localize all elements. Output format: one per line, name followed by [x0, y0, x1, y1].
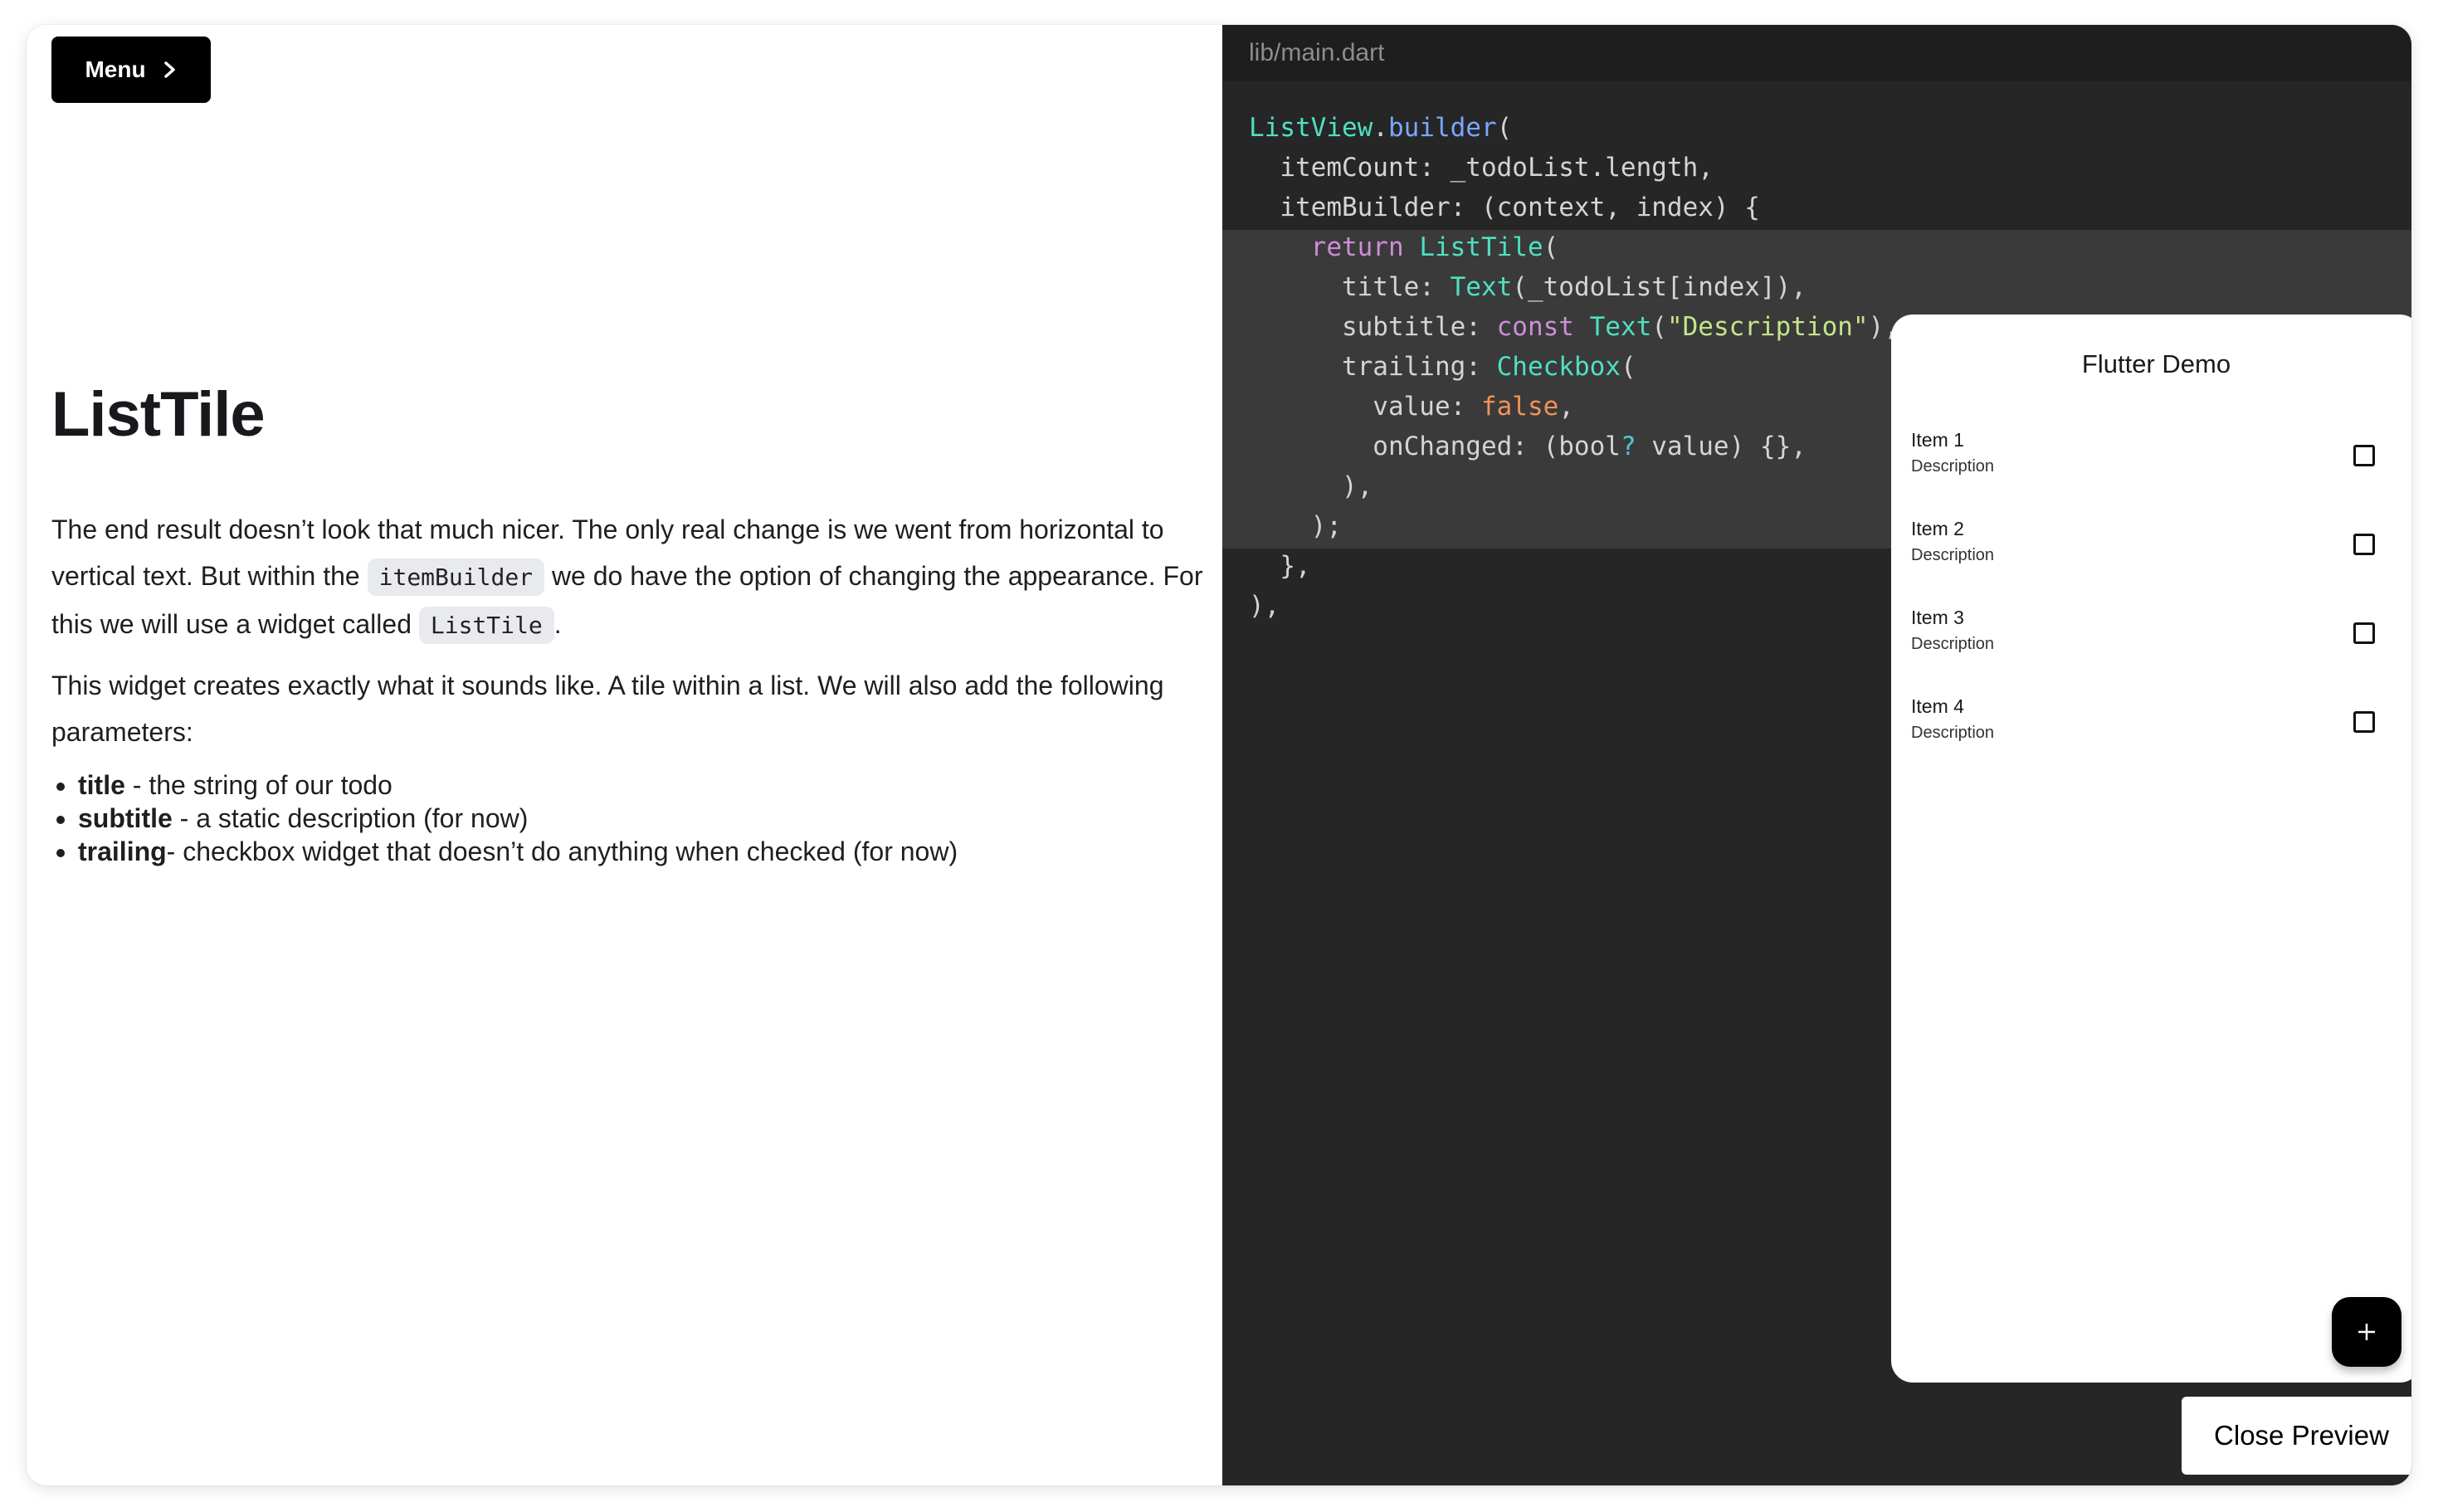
code-token: ( [1651, 312, 1667, 342]
plus-icon [2358, 1324, 2375, 1340]
code-token: "Description" [1666, 312, 1869, 342]
list-item: trailing- checkbox widget that doesn’t d… [78, 835, 1213, 868]
menu-button[interactable]: Menu [51, 37, 211, 103]
paragraph-intro: The end result doesn’t look that much ni… [51, 506, 1213, 649]
tile-title: Item 3 [1911, 607, 1964, 628]
inline-code-listtile: ListTile [418, 607, 554, 644]
code-token: onChanged: (bool [1249, 432, 1621, 461]
code-line: ); [1249, 506, 1899, 546]
param-desc: - a static description (for now) [172, 803, 529, 833]
article-body: The end result doesn’t look that much ni… [51, 506, 1213, 868]
code-token: false [1480, 392, 1559, 422]
code-token: ( [1496, 113, 1513, 143]
lesson-card: Menu ListTile The end result doesn’t loo… [27, 25, 2411, 1485]
filename: lib/main.dart [1249, 39, 1385, 66]
code-token: Text [1589, 312, 1652, 342]
chevron-right-icon [163, 61, 175, 78]
code-token: itemBuilder: (context, index) { [1249, 193, 1760, 222]
code-token: ); [1249, 511, 1342, 541]
tile-title: Item 1 [1911, 429, 1964, 451]
code-line: ListView.builder( [1249, 108, 1899, 148]
parameter-list: title - the string of our todo subtitle … [51, 768, 1213, 868]
tile-subtitle: Description [1911, 546, 1995, 564]
code-line: ), [1249, 466, 1899, 506]
code-line: itemCount: _todoList.length, [1249, 148, 1899, 188]
list-tile[interactable]: Item 1 Description [1891, 414, 2411, 503]
code-token: itemCount: _todoList.length, [1249, 153, 1714, 183]
code-token: ), [1249, 591, 1280, 621]
code-token: Checkbox [1496, 352, 1621, 382]
text-segment: . [553, 609, 562, 639]
code-token: builder [1387, 113, 1497, 143]
checkbox[interactable] [2353, 534, 2375, 555]
checkbox[interactable] [2353, 711, 2375, 733]
code-line: onChanged: (bool? value) {}, [1249, 427, 1899, 466]
code-token: ( [1543, 232, 1559, 262]
code-pane: lib/main.dart ListView.builder( itemCoun… [1222, 25, 2411, 1485]
code-token: . [1373, 113, 1388, 143]
list-item: title - the string of our todo [78, 768, 1213, 802]
code-token: }, [1249, 551, 1311, 581]
code-line: title: Text(_todoList[index]), [1249, 267, 1899, 307]
code-token: ), [1249, 471, 1373, 501]
code-token: value: [1249, 392, 1481, 422]
code-line: }, [1249, 546, 1899, 586]
code-token: subtitle: [1249, 312, 1497, 342]
close-preview-button[interactable]: Close Preview [2182, 1397, 2411, 1475]
checkbox[interactable] [2353, 445, 2375, 466]
code-line: return ListTile( [1249, 227, 1899, 267]
code-line: trailing: Checkbox( [1249, 347, 1899, 387]
code-line: itemBuilder: (context, index) { [1249, 188, 1899, 227]
tile-title: Item 4 [1911, 695, 1964, 717]
list-tile[interactable]: Item 4 Description [1891, 680, 2411, 769]
code-token: ? [1620, 432, 1636, 461]
app-bar-title: Flutter Demo [2081, 349, 2231, 378]
param-term: title [78, 770, 125, 800]
article-pane: Menu ListTile The end result doesn’t loo… [27, 25, 1222, 1485]
page-title: ListTile [51, 379, 266, 450]
code-token: ( [1620, 352, 1636, 382]
list-item: subtitle - a static description (for now… [78, 802, 1213, 835]
tile-subtitle: Description [1911, 724, 1995, 742]
tile-subtitle: Description [1911, 457, 1995, 476]
tile-subtitle: Description [1911, 635, 1995, 653]
tile-title: Item 2 [1911, 518, 1964, 539]
paragraph-params: This widget creates exactly what it soun… [51, 671, 1164, 747]
app-preview: Flutter Demo Item 1 Description Item 2 D… [1891, 315, 2411, 1383]
param-term: subtitle [78, 803, 173, 833]
code-line: value: false, [1249, 387, 1899, 427]
inline-code-itembuilder: itemBuilder [367, 558, 545, 596]
code-token: return [1310, 232, 1404, 262]
checkbox[interactable] [2353, 622, 2375, 644]
code-block: ListView.builder( itemCount: _todoList.l… [1249, 108, 1899, 626]
code-line: subtitle: const Text("Description"), [1249, 307, 1899, 347]
code-token: , [1558, 392, 1574, 422]
code-token: const [1496, 312, 1574, 342]
param-desc: - the string of our todo [124, 770, 393, 800]
code-token: ListView [1249, 113, 1373, 143]
code-line: ), [1249, 586, 1899, 626]
list-tile[interactable]: Item 2 Description [1891, 503, 2411, 592]
code-token: ListTile [1419, 232, 1543, 262]
add-item-fab[interactable] [2332, 1297, 2401, 1367]
code-token: trailing: [1249, 352, 1497, 382]
code-token: (_todoList[index]), [1512, 272, 1807, 302]
list-tile[interactable]: Item 3 Description [1891, 592, 2411, 680]
code-token: Text [1450, 272, 1513, 302]
param-term: trailing [78, 836, 167, 866]
code-token: title: [1249, 272, 1451, 302]
param-desc: - checkbox widget that doesn’t do anythi… [166, 836, 958, 866]
file-tab: lib/main.dart [1222, 25, 2411, 81]
menu-label: Menu [85, 56, 146, 82]
code-token: value) {}, [1636, 432, 1807, 461]
